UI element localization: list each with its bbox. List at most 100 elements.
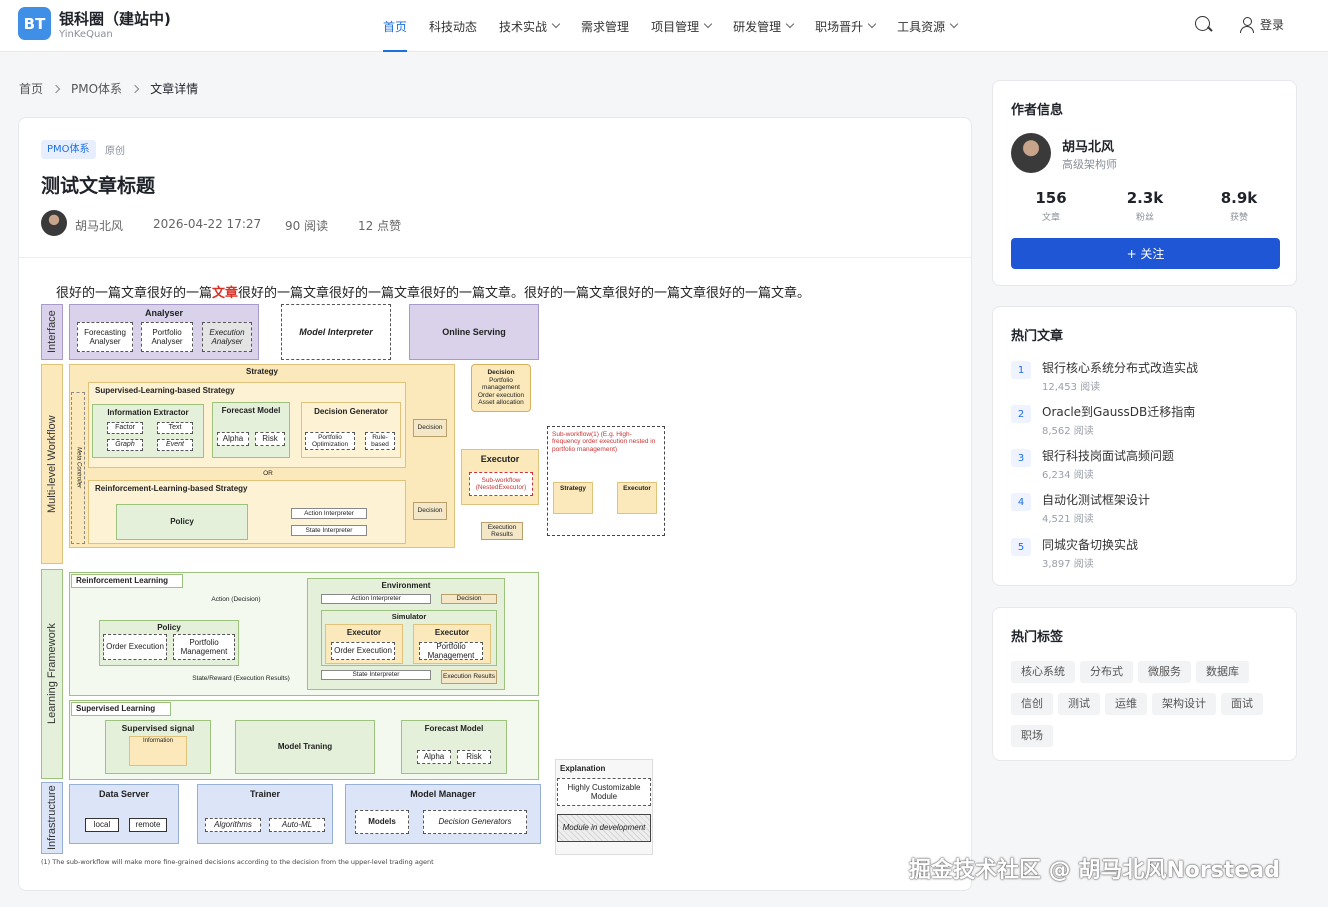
author-name[interactable]: 胡马北风 [75, 217, 123, 234]
tag-item[interactable]: 运维 [1105, 693, 1147, 715]
search-icon[interactable] [1195, 16, 1210, 31]
models-box: Models [355, 810, 409, 834]
tag-item[interactable]: 信创 [1011, 693, 1053, 715]
execution-results-env: Execution Results [441, 670, 497, 684]
policy-box: Policy [116, 504, 248, 540]
user-icon [1240, 17, 1254, 33]
nav-item-tools[interactable]: 工具资源 [886, 0, 968, 52]
publish-date: 2026-04-22 17:27 [153, 217, 262, 231]
nav-item-requirements[interactable]: 需求管理 [570, 0, 640, 52]
tag-item[interactable]: 面试 [1221, 693, 1263, 715]
action-interpreter-box: Action Interpreter [291, 508, 367, 519]
top-navbar: BT 银科圈（建站中) YinKeQuan 首页 科技动态 技术实战 需求管理 … [0, 0, 1328, 52]
decision-generators-box: Decision Generators [423, 810, 527, 834]
breadcrumb-category[interactable]: PMO体系 [71, 80, 122, 97]
main-nav: 首页 科技动态 技术实战 需求管理 项目管理 研发管理 职场晋升 工具资源 [372, 0, 968, 52]
online-serving-box: Online Serving [409, 304, 539, 360]
or-label: OR [263, 470, 273, 478]
stat-articles: 156 文章 [1035, 189, 1067, 223]
author-name[interactable]: 胡马北风 [1062, 136, 1114, 155]
read-count: 90 阅读 [285, 219, 329, 233]
rule-based-box: Rule-based [365, 432, 395, 450]
hot-tags-title: 热门标签 [1011, 630, 1064, 645]
chevron-down-icon [949, 19, 959, 29]
tag-item[interactable]: 分布式 [1080, 661, 1133, 683]
decision-env: Decision [441, 594, 497, 604]
nav-item-project-mgmt[interactable]: 项目管理 [640, 0, 722, 52]
portfolio-optimization-box: Portfolio Optimization [305, 432, 355, 450]
alpha-learn-box: Alpha [417, 750, 451, 764]
meta-controller: Meta Controller [71, 392, 85, 544]
tag-item[interactable]: 核心系统 [1011, 661, 1075, 683]
trainer-box: Trainer [197, 784, 333, 844]
login-button[interactable]: 登录 [1240, 16, 1284, 33]
layer-label-learning: Learning Framework [41, 569, 63, 779]
breadcrumb-home[interactable]: 首页 [19, 80, 43, 97]
tag-item[interactable]: 测试 [1058, 693, 1100, 715]
portfolio-mgmt-policy: Portfolio Management [173, 634, 235, 660]
tag-item[interactable]: 架构设计 [1152, 693, 1216, 715]
nav-item-tech-practice[interactable]: 技术实战 [488, 0, 570, 52]
graph-box: Graph [107, 439, 143, 451]
order-execution-env: Order Execution [331, 642, 395, 660]
author-avatar[interactable] [41, 210, 67, 236]
execution-analyser-box: Execution Analyser [202, 322, 252, 352]
state-interpreter-box: State Interpreter [291, 525, 367, 536]
chevron-down-icon [551, 19, 561, 29]
site-subtitle: YinKeQuan [59, 29, 113, 40]
order-execution-policy: Order Execution [103, 634, 167, 660]
like-count: 12 点赞 [358, 219, 402, 233]
site-logo[interactable]: BT [18, 7, 51, 40]
architecture-diagram: Interface Multi-level Workflow Learning … [41, 304, 681, 874]
nav-item-tech-news[interactable]: 科技动态 [418, 0, 488, 52]
remote-box: remote [129, 818, 167, 832]
breadcrumb: 首页 PMO体系 文章详情 [19, 80, 198, 97]
legend-customizable: Highly Customizable Module [557, 778, 651, 806]
sub-workflow-box: Sub-workflow (NestedExecutor) [469, 472, 533, 496]
layer-label-workflow: Multi-level Workflow [41, 364, 63, 564]
hot-articles-card: 热门文章 1 银行核心系统分布式改造实战 12,453 阅读 2 Oracle到Gau… [992, 306, 1297, 586]
article-card: PMO体系 原创 测试文章标题 胡马北风 2026-04-22 17:27 90… [18, 117, 972, 891]
strategy-small-box: Strategy [553, 482, 593, 514]
state-interpreter-env: State Interpreter [321, 670, 431, 680]
site-name[interactable]: 银科圈（建站中) [59, 8, 171, 29]
alpha-box: Alpha [217, 432, 249, 446]
factor-box: Factor [107, 422, 143, 434]
algorithms-box: Algorithms [205, 818, 261, 832]
breadcrumb-current: 文章详情 [150, 82, 199, 96]
action-decision-label: Action (Decision) [211, 596, 261, 604]
nav-item-rd-mgmt[interactable]: 研发管理 [722, 0, 804, 52]
forecast-model-box: Forecast Model [212, 402, 290, 458]
risk-box: Risk [255, 432, 285, 446]
stat-followers: 2.3k 粉丝 [1126, 189, 1164, 223]
decision-label: Decision [413, 419, 447, 437]
hot-tags-card: 热门标签 核心系统 分布式 微服务 数据库信创 测试 运维 架构设计 面试职场 [992, 607, 1297, 761]
model-interpreter-box: Model Interpreter [281, 304, 391, 360]
highlight-text: 文章 [212, 286, 239, 301]
avatar[interactable] [1011, 133, 1051, 173]
chevron-right-icon [130, 84, 140, 93]
diagram-footnote: (1) The sub-workflow will make more fine… [41, 858, 434, 866]
nav-item-career[interactable]: 职场晋升 [804, 0, 886, 52]
chevron-down-icon [867, 19, 877, 29]
local-box: local [85, 818, 119, 832]
tag-item[interactable]: 职场 [1011, 725, 1053, 747]
auto-ml-box: Auto-ML [269, 818, 325, 832]
author-role: 高级架构师 [1062, 158, 1117, 171]
category-tag[interactable]: PMO体系 [41, 140, 96, 159]
author-card-title: 作者信息 [1011, 103, 1064, 118]
chevron-down-icon [703, 19, 713, 29]
chevron-down-icon [785, 19, 795, 29]
divider [19, 257, 971, 258]
article-title: 测试文章标题 [41, 175, 156, 197]
tag-item[interactable]: 数据库 [1196, 661, 1249, 683]
risk-learn-box: Risk [457, 750, 491, 764]
rl-title: Reinforcement Learning [71, 574, 183, 588]
nav-item-home[interactable]: 首页 [372, 0, 418, 52]
sub-workflow-note: Sub-workflow(1) (E.g. High-frequency ord… [547, 426, 665, 536]
follow-button[interactable]: + 关注 [1011, 238, 1280, 269]
tag-item[interactable]: 微服务 [1138, 661, 1191, 683]
decision-label-rl: Decision [413, 502, 447, 520]
chevron-right-icon [51, 84, 61, 93]
author-info-card: 作者信息 胡马北风 高级架构师 156 文章 2.3k 粉丝 8.9k 获赞 + 关注 [992, 80, 1297, 286]
